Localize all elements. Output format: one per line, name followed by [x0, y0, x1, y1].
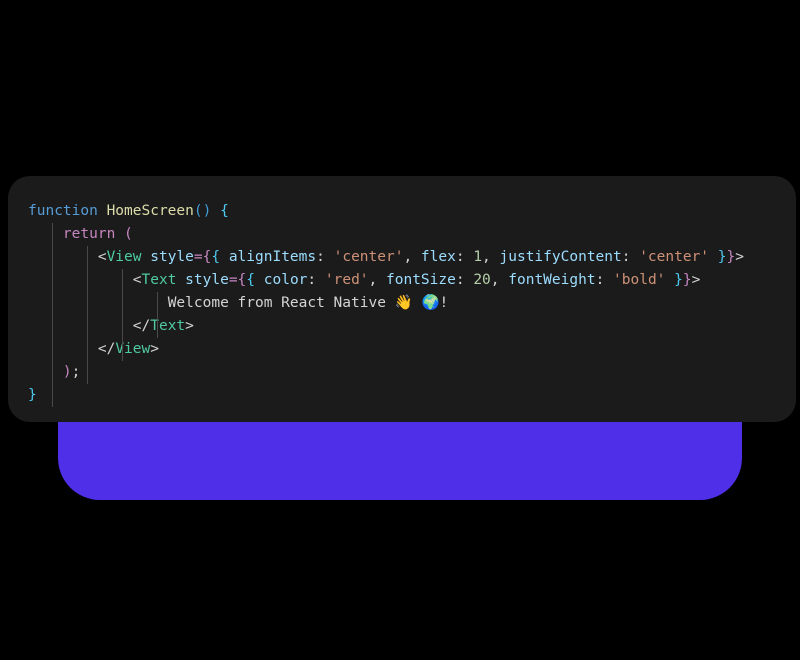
code-token-emoji: 👋: [394, 295, 413, 311]
code-token-tag: Text: [141, 272, 177, 288]
code-token-paren-pink: ): [62, 364, 72, 380]
screenshot-stage: function HomeScreen() { return ( <View s…: [0, 0, 800, 660]
code-token-attr: flex: [420, 249, 456, 265]
code-token-punct: >: [185, 318, 194, 334]
code-token-paren-pink: (: [124, 226, 133, 242]
code-token-punct: <: [97, 249, 107, 265]
code-token-paren: (): [193, 203, 212, 219]
code-line[interactable]: function HomeScreen() {: [8, 200, 796, 223]
code-token-attr: fontSize: [386, 272, 456, 288]
code-token-jsx-text: !: [439, 295, 449, 311]
code-token-number: 1: [473, 249, 483, 265]
code-token-tag: Text: [150, 318, 186, 334]
code-token-jsx-brace-inner: }: [674, 272, 683, 288]
code-token-punct: :: [316, 249, 334, 265]
code-token-punct: ,: [403, 249, 421, 265]
code-token-emoji: 🌍: [421, 295, 440, 311]
code-line[interactable]: </Text>: [8, 315, 796, 338]
code-line[interactable]: );: [8, 361, 796, 384]
code-token-attr: fontWeight: [508, 272, 596, 288]
code-token-punct: :: [455, 249, 474, 265]
code-token-jsx-brace-inner: {: [211, 249, 221, 265]
code-token-tag: View: [115, 341, 151, 357]
code-token-jsx-brace-outer: {: [237, 272, 247, 288]
code-token-punct: ,: [368, 272, 386, 288]
code-token-brace: {: [220, 203, 229, 219]
code-token-string: 'center': [333, 249, 404, 265]
code-token-punct: :: [621, 249, 640, 265]
code-line[interactable]: <Text style={{ color: 'red', fontSize: 2…: [8, 269, 796, 292]
code-token-string: 'bold': [613, 272, 666, 288]
code-token-jsx-brace-outer: }: [682, 272, 692, 288]
code-token-string: 'red': [324, 272, 369, 288]
code-token-number: 20: [473, 272, 491, 288]
code-token-punct: ;: [71, 364, 81, 380]
code-token-string: 'center': [639, 249, 710, 265]
code-token-attr: justifyContent: [499, 249, 622, 265]
code-token-equals: =: [228, 272, 238, 288]
code-line[interactable]: Welcome from React Native 👋 🌍!: [8, 292, 796, 315]
code-card: function HomeScreen() { return ( <View s…: [8, 176, 796, 422]
code-token-function-name: HomeScreen: [106, 203, 194, 219]
purple-device-panel: [58, 410, 742, 500]
code-line[interactable]: </View>: [8, 338, 796, 361]
code-token-punct: :: [307, 272, 325, 288]
code-line[interactable]: <View style={{ alignItems: 'center', fle…: [8, 246, 796, 269]
code-token-punct: </: [97, 341, 116, 357]
code-token-tag: View: [106, 249, 142, 265]
code-token-punct: </: [132, 318, 151, 334]
code-token-punct: ,: [490, 272, 509, 288]
code-token-jsx-brace-outer: }: [726, 249, 736, 265]
code-token-attr: color: [263, 272, 308, 288]
code-token-keyword: function: [28, 203, 98, 219]
code-token-punct: :: [455, 272, 474, 288]
code-token-brace: }: [28, 387, 37, 403]
code-line[interactable]: }: [8, 384, 796, 407]
code-token-attr: style: [185, 272, 229, 288]
code-token-equals: =: [193, 249, 203, 265]
code-token-punct: >: [691, 272, 701, 288]
code-editor-body[interactable]: function HomeScreen() { return ( <View s…: [8, 176, 796, 422]
code-token-attr: style: [150, 249, 194, 265]
code-token-punct: ,: [482, 249, 500, 265]
code-token-jsx-brace-inner: {: [246, 272, 256, 288]
code-line[interactable]: return (: [8, 223, 796, 246]
code-token-jsx-brace-inner: }: [717, 249, 727, 265]
code-token-punct: <: [132, 272, 142, 288]
code-token-jsx-text: Welcome from React Native: [167, 295, 395, 311]
code-token-punct: >: [735, 249, 744, 265]
code-token-attr: alignItems: [228, 249, 317, 265]
code-token-keyword-control: return: [62, 226, 116, 242]
code-token-punct: >: [150, 341, 159, 357]
code-token-punct: :: [595, 272, 614, 288]
